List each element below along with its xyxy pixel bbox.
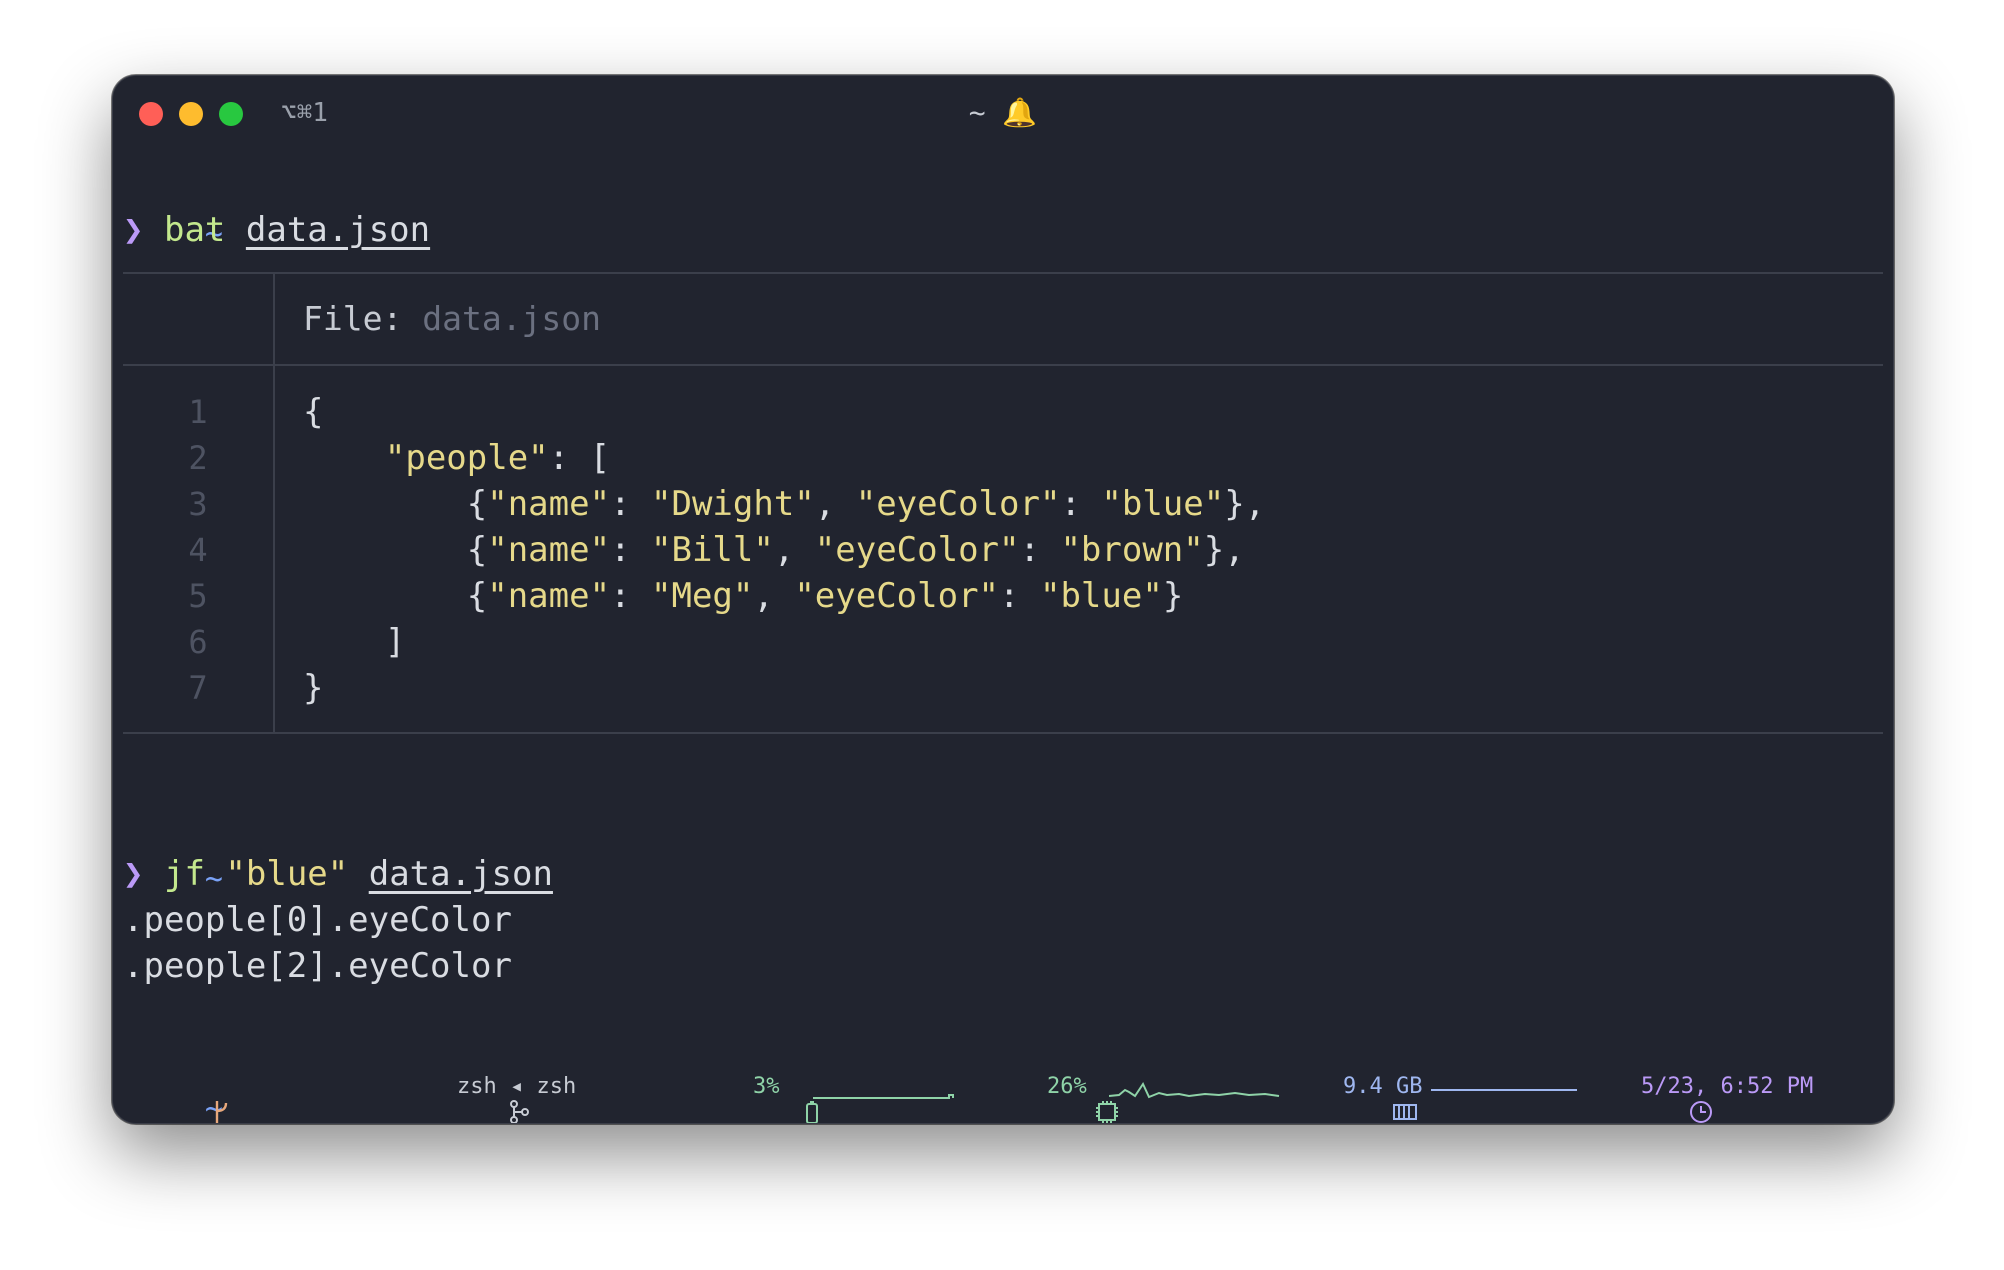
git-branch-icon [133, 1074, 232, 1123]
code-line-1: { [303, 392, 324, 432]
terminal-window: ⌥⌘1 ~ 🔔 ~ ❯ bat data.json File: data.jso… [112, 75, 1894, 1124]
json-value: "blue" [1039, 576, 1163, 616]
status-bar: zsh ◂ zsh 3% 26% 9.4 GB 5/23, 6:52 PM [113, 1066, 1893, 1123]
json-value: "blue" [1101, 484, 1225, 524]
command-arg: data.json [368, 854, 553, 894]
command-line: ❯ jf "blue" data.json [123, 851, 553, 897]
bat-bottom-border [123, 732, 1883, 734]
bat-top-border [123, 272, 1883, 274]
title-bar: ⌥⌘1 ~ 🔔 [113, 76, 1893, 156]
json-key: "name" [487, 576, 611, 616]
json-key: "eyeColor" [814, 530, 1020, 570]
file-name: data.json [422, 299, 602, 338]
process-name: zsh ◂ zsh [457, 1074, 577, 1099]
file-label: File: [303, 299, 403, 338]
bat-file-header: File: data.json [303, 296, 601, 342]
output-line: .people[0].eyeColor [123, 900, 512, 940]
json-key: "name" [487, 530, 611, 570]
command-text: jf [163, 854, 205, 894]
json-key: "eyeColor" [794, 576, 1000, 616]
line-number: 1 [188, 393, 208, 431]
cpu-sparkline [1109, 1081, 1280, 1099]
code-line-2: "people": [ [303, 435, 610, 481]
code-line-5: {"name": "Meg", "eyeColor": "blue"} [303, 576, 1184, 616]
clock-time: 5/23, 6:52 PM [1641, 1074, 1814, 1099]
output-line: .people[2].eyeColor [123, 946, 512, 986]
memory-usage: 9.4 GB [1343, 1074, 1423, 1099]
command-query: "blue" [225, 854, 349, 894]
command-arg: data.json [245, 210, 431, 250]
cpu-usage: 26% [1047, 1074, 1087, 1099]
battery-level: 3% [753, 1074, 780, 1099]
json-value: "brown" [1060, 530, 1204, 570]
battery-sparkline [813, 1094, 954, 1099]
line-number: 3 [188, 485, 208, 523]
json-punct: } [1162, 576, 1184, 616]
json-value: "Meg" [651, 576, 754, 616]
json-punct: }, [1203, 530, 1245, 570]
command-text: bat [163, 210, 226, 250]
line-number: 4 [188, 531, 208, 569]
bat-header-border [123, 364, 1883, 366]
json-punct: : [ [548, 438, 611, 478]
line-number: 7 [188, 669, 208, 707]
json-punct: ] [384, 622, 406, 662]
code-line-6: ] [303, 619, 405, 665]
json-value: "Dwight" [651, 484, 815, 524]
json-key: "name" [487, 484, 611, 524]
code-line-4: {"name": "Bill", "eyeColor": "brown"}, [303, 530, 1245, 570]
window-title: ~ 🔔 [968, 96, 1038, 129]
json-punct: }, [1224, 484, 1266, 524]
json-value: "Bill" [651, 530, 774, 570]
prompt-chevron: ❯ [123, 854, 144, 894]
command-line: ❯ bat data.json [123, 207, 430, 253]
json-key: "eyeColor" [855, 484, 1061, 524]
code-line-7: } [303, 668, 324, 708]
line-number: 6 [188, 623, 208, 661]
code-line-3: {"name": "Dwight", "eyeColor": "blue"}, [303, 484, 1266, 524]
memory-sparkline [1431, 1089, 1577, 1091]
line-number: 2 [188, 439, 208, 477]
line-number: 5 [188, 577, 208, 615]
prompt-chevron: ❯ [123, 210, 144, 250]
bat-gutter-border [273, 272, 275, 734]
json-key: "people" [384, 438, 549, 478]
